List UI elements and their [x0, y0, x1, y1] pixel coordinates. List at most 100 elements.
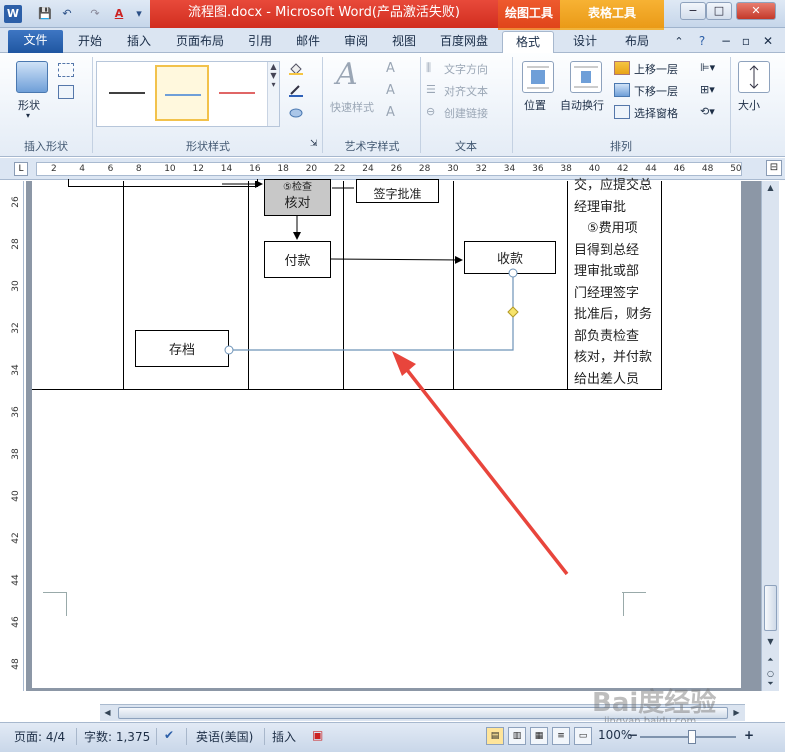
tab-review[interactable]: 审阅	[336, 31, 376, 53]
selection-pane-icon[interactable]	[614, 105, 630, 119]
vertical-scrollbar[interactable]: ▲ ▼ ⏶ ○ ⏷	[761, 181, 779, 691]
vertical-scroll-thumb[interactable]	[764, 585, 777, 631]
text-outline-icon[interactable]: A	[386, 83, 395, 98]
customize-quick-access-icon[interactable]: ▾	[134, 5, 144, 23]
size-label[interactable]: 大小	[738, 97, 760, 113]
ruler-number: 50	[730, 164, 742, 174]
align-text-label[interactable]: 对齐文本	[444, 83, 488, 99]
outline-view-icon[interactable]: ≡	[552, 727, 570, 745]
shape-styles-launcher-icon[interactable]: ⇲	[310, 139, 318, 149]
zoom-slider-thumb[interactable]	[688, 730, 696, 744]
tab-view[interactable]: 视图	[384, 31, 424, 53]
text-effects-icon[interactable]: A	[386, 105, 395, 120]
shape-style-gallery[interactable]: ▲ ▼ ▾	[96, 61, 280, 127]
draft-view-icon[interactable]: ▭	[574, 727, 592, 745]
document-page[interactable]: ⑤检查 核对 签字批准 付款 收款 存档 交，应提交总 经理审批 ⑤费用项 目得…	[32, 178, 741, 688]
text-direction-icon[interactable]: ⫼	[426, 61, 431, 75]
shape-fill-icon[interactable]	[288, 61, 304, 75]
save-icon[interactable]: 💾	[36, 5, 54, 23]
zoom-in-button[interactable]: +	[744, 728, 754, 742]
selected-connector-receive-to-archive[interactable]	[229, 273, 514, 351]
text-fill-icon[interactable]: A	[386, 61, 395, 76]
shape-effects-icon[interactable]	[288, 105, 304, 119]
wrap-text-icon[interactable]	[570, 61, 602, 93]
shape-style-blue-selected[interactable]	[155, 65, 209, 121]
next-page-icon[interactable]: ⏷	[763, 677, 778, 691]
horizontal-ruler[interactable]: L 2 4 6 8 10 12 14 16 18 20 22 24 26 28 30 32 34 36 38 40 42…	[0, 158, 785, 180]
group-icon[interactable]: ⊞▾	[700, 83, 715, 96]
redo-icon[interactable]: ↷	[86, 5, 104, 23]
zoom-out-button[interactable]: −	[628, 728, 638, 742]
view-ruler-icon[interactable]: ⊟	[766, 160, 782, 176]
ruler-number: 38	[11, 448, 21, 460]
draw-text-box-icon[interactable]	[58, 85, 74, 99]
web-layout-icon[interactable]: ▦	[530, 727, 548, 745]
tab-home[interactable]: 开始	[70, 31, 110, 53]
send-backward-icon[interactable]	[614, 83, 630, 97]
create-link-label[interactable]: 创建链接	[444, 105, 488, 121]
wrap-text-label[interactable]: 自动换行	[560, 97, 604, 113]
tab-file[interactable]: 文件	[8, 30, 63, 53]
tab-layout[interactable]: 布局	[616, 31, 658, 53]
tab-baidu-netdisk[interactable]: 百度网盘	[432, 31, 496, 53]
help-chevron-icon[interactable]: ⌃	[672, 31, 686, 53]
ribbon-close-icon[interactable]: ✕	[760, 31, 776, 53]
tab-insert[interactable]: 插入	[118, 31, 160, 53]
rotate-icon[interactable]: ⟲▾	[700, 105, 715, 118]
tab-design[interactable]: 设计	[564, 31, 606, 53]
scroll-right-icon[interactable]: ▶	[729, 706, 744, 720]
shape-style-red[interactable]	[211, 65, 265, 121]
shape-style-dark[interactable]	[101, 65, 155, 121]
selection-pane-label[interactable]: 选择窗格	[634, 105, 678, 121]
tab-format[interactable]: 格式	[502, 31, 554, 53]
ribbon-restore-icon[interactable]: ▫	[738, 31, 754, 53]
ruler-number: 34	[503, 164, 516, 174]
quick-styles-label[interactable]: 快速样式	[330, 99, 374, 115]
connector-end-handle[interactable]	[224, 345, 234, 355]
scroll-down-icon[interactable]: ▼	[763, 635, 778, 649]
close-button[interactable]: ✕	[736, 2, 776, 20]
ribbon-minimize-icon[interactable]: −	[718, 31, 734, 53]
shapes-dropdown-icon[interactable]: ▾	[26, 111, 30, 120]
scroll-up-icon[interactable]: ▲	[763, 181, 778, 195]
shapes-icon[interactable]	[16, 61, 48, 93]
connector-start-handle[interactable]	[508, 268, 518, 278]
text-direction-label[interactable]: 文字方向	[444, 61, 488, 77]
bring-forward-icon[interactable]	[614, 61, 630, 75]
full-screen-reading-icon[interactable]: ▥	[508, 727, 526, 745]
scroll-left-icon[interactable]: ◀	[100, 706, 115, 720]
insert-mode[interactable]: 插入	[272, 728, 296, 745]
create-link-icon[interactable]: ⊖	[426, 105, 435, 118]
word-app-icon[interactable]: W	[4, 5, 22, 23]
proofing-icon[interactable]: ✔	[164, 728, 174, 742]
language-indicator[interactable]: 英语(美国)	[196, 728, 253, 745]
send-backward-label[interactable]: 下移一层	[634, 83, 678, 99]
bring-forward-label[interactable]: 上移一层	[634, 61, 678, 77]
ruler-track[interactable]: 2 4 6 8 10 12 14 16 18 20 22 24 26 28 30 32 34 36 38 40 42 44…	[36, 162, 742, 176]
font-color-icon[interactable]: A	[110, 5, 128, 23]
wordart-quick-styles-icon[interactable]: A	[336, 57, 358, 92]
shape-outline-icon[interactable]	[288, 83, 304, 97]
position-icon[interactable]	[522, 61, 554, 93]
word-count[interactable]: 字数: 1,375	[84, 728, 150, 745]
print-layout-view-icon[interactable]: ▤	[486, 727, 504, 745]
tab-mailings[interactable]: 邮件	[288, 31, 328, 53]
page-count[interactable]: 页面: 4/4	[14, 728, 65, 745]
help-icon[interactable]: ?	[694, 31, 710, 53]
previous-page-icon[interactable]: ⏶	[763, 653, 778, 667]
align-icon[interactable]: ⊫▾	[700, 61, 715, 74]
macro-record-icon[interactable]: ▣	[312, 728, 323, 742]
tab-references[interactable]: 引用	[240, 31, 280, 53]
undo-icon[interactable]: ↶	[58, 5, 76, 23]
connector-adjust-handle[interactable]	[507, 306, 519, 318]
align-text-icon[interactable]: ☰	[426, 83, 436, 96]
size-icon[interactable]	[738, 61, 770, 93]
gallery-scroll[interactable]: ▲ ▼ ▾	[267, 62, 279, 126]
edit-shape-icon[interactable]	[58, 63, 74, 77]
maximize-button[interactable]: □	[706, 2, 732, 20]
vertical-ruler[interactable]: 26 28 30 32 34 36 38 40 42 44 46 48	[8, 181, 24, 691]
tab-selector[interactable]: L	[14, 162, 28, 176]
position-label[interactable]: 位置	[524, 97, 546, 113]
minimize-button[interactable]: −	[680, 2, 706, 20]
tab-page-layout[interactable]: 页面布局	[168, 31, 232, 53]
